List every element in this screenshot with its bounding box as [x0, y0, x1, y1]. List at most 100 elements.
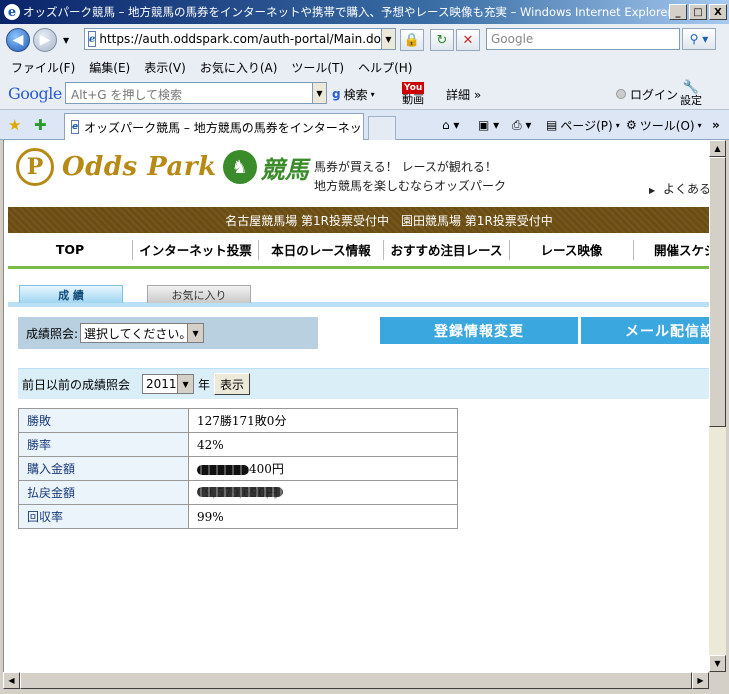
table-row: 回収率 99%: [18, 504, 458, 529]
tab-seiseki[interactable]: 成 績: [19, 285, 123, 303]
nav-top[interactable]: TOP: [8, 239, 133, 260]
refresh-icon[interactable]: ↻: [430, 29, 454, 51]
register-info-button[interactable]: 登録情報変更: [380, 317, 578, 344]
google-search-placeholder: Alt+G を押して検索: [71, 88, 183, 102]
search-input[interactable]: Google: [486, 28, 680, 50]
result-value: 42%: [188, 432, 458, 457]
redaction-scribble: [197, 487, 283, 497]
scroll-down-icon[interactable]: ▼: [709, 655, 726, 672]
toolbar-overflow-icon[interactable]: »: [712, 110, 720, 140]
page-icon: e: [88, 31, 97, 47]
year-select[interactable]: 2011 ▼: [142, 374, 195, 394]
nav-today-races[interactable]: 本日のレース情報: [259, 239, 384, 260]
seiseki-label: 成績照会:: [26, 326, 79, 341]
address-row: ◀ ▶ ▼ e https://auth.oddspark.com/auth-p…: [0, 24, 729, 56]
nav-schedule[interactable]: 開催スケジ: [634, 240, 709, 260]
menu-edit[interactable]: 編集(E): [89, 59, 130, 76]
tab-favorites[interactable]: お気に入り: [147, 285, 251, 303]
table-row: 勝率 42%: [18, 432, 458, 457]
maximize-button[interactable]: □: [689, 4, 707, 20]
minimize-button[interactable]: _: [669, 4, 687, 20]
year-select-value: 2011: [146, 377, 177, 391]
horizontal-scroll-thumb[interactable]: [20, 672, 692, 689]
search-icon[interactable]: ⚲ ▾: [682, 28, 716, 50]
result-key: 回収率: [18, 504, 189, 529]
result-value: 99%: [188, 504, 458, 529]
info-bar: 名古屋競馬場 第1R投票受付中 園田競馬場 第1R投票受付中: [8, 207, 709, 233]
menu-help[interactable]: ヘルプ(H): [358, 59, 412, 76]
tools-menu[interactable]: ⚙ ツール(O) ▾: [626, 110, 702, 140]
chevron-down-icon: ▾: [615, 120, 620, 130]
results-table: 勝敗 127勝171敗0分 勝率 42% 購入金額 400円 払戻金額 79,5…: [18, 408, 458, 529]
scroll-left-icon[interactable]: ◀: [3, 672, 20, 689]
vertical-scrollbar[interactable]: ▲ ▼: [709, 140, 726, 672]
page-menu-icon: ▤: [546, 118, 558, 132]
menu-favorites[interactable]: お気に入り(A): [200, 59, 278, 76]
lock-icon[interactable]: 🔒: [400, 29, 424, 51]
google-search-dropdown-icon[interactable]: ▼: [312, 83, 326, 103]
seiseki-select[interactable]: 選択してください。 ▼: [80, 323, 205, 343]
video-button[interactable]: You 動画: [402, 78, 425, 110]
home-icon[interactable]: ⌂ ▾: [442, 110, 459, 140]
menu-file[interactable]: ファイル(F): [11, 59, 75, 76]
menu-tools[interactable]: ツール(T): [291, 59, 344, 76]
google-toolbar: Google Alt+G を押して検索 ▼ g 検索 ▾ You 動画 詳細 »…: [0, 78, 729, 110]
page-viewport: P Odds Park ♞ 競馬 馬券が買える！ レースが観れる！ 地方競馬を楽…: [3, 140, 709, 672]
browser-tab-active[interactable]: e オッズパーク競馬 – 地方競馬の馬券をインターネットや…: [64, 113, 364, 140]
seiseki-query: 成績照会: 選択してください。 ▼: [18, 317, 318, 349]
oddspark-mark-icon: P: [16, 148, 54, 186]
detail-button[interactable]: 詳細 »: [446, 78, 481, 110]
result-key: 勝敗: [18, 408, 189, 433]
prev-results-bar: 前日以前の成績照会 2011 ▼ 年 表示: [18, 368, 709, 399]
google-search-label: 検索: [343, 87, 368, 102]
vertical-scroll-thumb[interactable]: [709, 157, 726, 427]
history-dropdown-icon[interactable]: ▼: [63, 36, 69, 45]
chevron-down-icon: ▼: [187, 324, 204, 342]
new-tab-button[interactable]: [368, 116, 396, 140]
forward-icon[interactable]: ▶: [33, 28, 57, 52]
menu-view[interactable]: 表示(V): [144, 59, 186, 76]
faq-label: よくある質: [662, 182, 709, 196]
add-favorites-icon[interactable]: ✚: [34, 110, 47, 140]
page-menu[interactable]: ▤ ページ(P) ▾: [546, 110, 620, 140]
scroll-up-icon[interactable]: ▲: [709, 140, 726, 157]
feeds-icon[interactable]: ▣ ▾: [478, 110, 499, 140]
close-button[interactable]: X: [709, 4, 727, 20]
horizontal-scrollbar[interactable]: ◀ ▶: [3, 672, 709, 689]
logo-text: Odds Park: [62, 152, 217, 182]
table-row: 払戻金額 79,579,690円: [18, 480, 458, 505]
address-dropdown-icon[interactable]: ▼: [381, 29, 395, 49]
chevron-down-icon: ▾: [697, 120, 702, 130]
print-icon[interactable]: ⎙ ▾: [512, 110, 531, 140]
back-icon[interactable]: ◀: [6, 28, 30, 52]
scroll-right-icon[interactable]: ▶: [692, 672, 709, 689]
mail-settings-button[interactable]: メール配信設: [580, 317, 709, 344]
result-value-redacted: 79,579,690円: [188, 480, 458, 505]
tab-page-icon: e: [71, 120, 80, 134]
nav-race-video[interactable]: レース映像: [510, 239, 634, 260]
logo-keiba: 競馬: [260, 155, 309, 184]
tagline-line-2: 地方競馬を楽しむならオッズパーク: [314, 179, 507, 193]
faq-link[interactable]: ▶ よくある質: [649, 180, 709, 197]
favorites-star-icon[interactable]: ★: [8, 110, 21, 140]
google-search-input[interactable]: Alt+G を押して検索 ▼: [65, 82, 327, 104]
google-g-icon: g: [332, 87, 341, 101]
site-logo[interactable]: P Odds Park ♞ 競馬: [16, 148, 309, 186]
nav-recommended[interactable]: おすすめ注目レース: [384, 239, 510, 260]
settings-button[interactable]: 🔧 設定: [680, 78, 702, 110]
table-row: 購入金額 400円: [18, 456, 458, 481]
video-label: 動画: [402, 93, 425, 106]
horse-icon: ♞: [222, 150, 257, 184]
nav-internet-vote[interactable]: インターネット投票: [133, 239, 259, 260]
tagline: 馬券が買える！ レースが観れる！ 地方競馬を楽しむならオッズパーク: [314, 158, 506, 196]
tools-menu-label: ツール(O): [639, 118, 695, 133]
table-row: 勝敗 127勝171敗0分: [18, 408, 458, 433]
stop-icon[interactable]: ✕: [456, 29, 480, 51]
result-key: 勝率: [18, 432, 189, 457]
login-button[interactable]: ログイン: [616, 78, 678, 110]
show-button[interactable]: 表示: [214, 373, 251, 395]
settings-label: 設定: [680, 94, 702, 107]
google-search-button[interactable]: g 検索 ▾: [332, 78, 375, 110]
redaction-scribble: [197, 464, 249, 475]
address-bar[interactable]: e https://auth.oddspark.com/auth-portal/…: [84, 28, 396, 50]
